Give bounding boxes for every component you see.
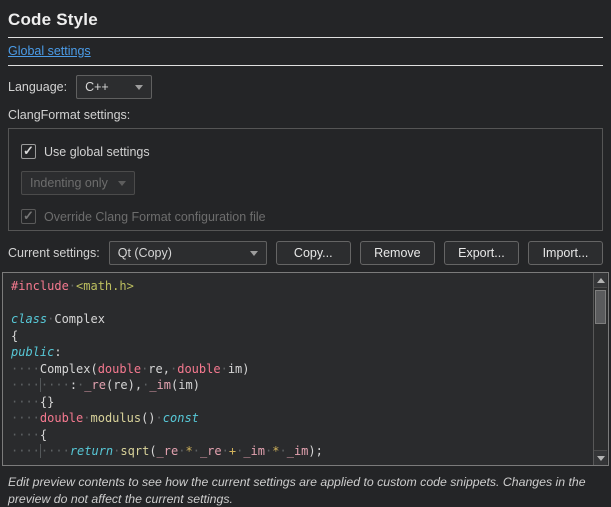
- checkbox-icon: [21, 209, 36, 224]
- code-line: #include·<math.h>: [11, 278, 588, 295]
- code-line: ········return·sqrt(_re·*·_re·+·_im·*·_i…: [11, 443, 588, 460]
- language-select-value: C++: [85, 80, 109, 94]
- code-preview-editor[interactable]: #include·<math.h> class·Complex{public:·…: [2, 272, 609, 466]
- code-line: ····{}: [11, 394, 588, 411]
- override-clangformat-label: Override Clang Format configuration file: [44, 210, 266, 224]
- vertical-scrollbar[interactable]: [593, 273, 608, 465]
- import-button[interactable]: Import...: [528, 241, 603, 265]
- code-area[interactable]: #include·<math.h> class·Complex{public:·…: [3, 273, 608, 460]
- use-global-settings-label: Use global settings: [44, 145, 150, 159]
- remove-button[interactable]: Remove: [360, 241, 435, 265]
- chevron-down-icon: [135, 85, 143, 90]
- chevron-down-icon: [250, 251, 258, 256]
- code-line: ····{: [11, 427, 588, 444]
- current-settings-select[interactable]: Qt (Copy): [109, 241, 267, 265]
- clangformat-group: Use global settings Indenting only Overr…: [8, 128, 603, 231]
- indenting-mode-select: Indenting only: [21, 171, 135, 195]
- scrollbar-thumb[interactable]: [595, 290, 606, 324]
- current-settings-label: Current settings:: [8, 246, 100, 260]
- code-line: class·Complex: [11, 311, 588, 328]
- export-button[interactable]: Export...: [444, 241, 519, 265]
- chevron-down-icon: [118, 181, 126, 186]
- code-line: ····Complex(double·re,·double·im): [11, 361, 588, 378]
- footer-note: Edit preview contents to see how the cur…: [8, 474, 603, 507]
- code-line: ········:·_re(re),·_im(im): [11, 377, 588, 394]
- use-global-settings-checkbox[interactable]: Use global settings: [21, 144, 590, 159]
- indenting-mode-value: Indenting only: [30, 176, 108, 190]
- language-label: Language:: [8, 80, 67, 94]
- scroll-up-button[interactable]: [594, 273, 607, 288]
- triangle-down-icon: [597, 456, 605, 461]
- separator: [8, 37, 603, 38]
- copy-button[interactable]: Copy...: [276, 241, 351, 265]
- code-line: public:: [11, 344, 588, 361]
- triangle-up-icon: [597, 278, 605, 283]
- global-settings-link[interactable]: Global settings: [8, 44, 91, 58]
- current-settings-value: Qt (Copy): [118, 246, 172, 260]
- code-line: ····double·modulus()·const: [11, 410, 588, 427]
- override-clangformat-checkbox: Override Clang Format configuration file: [21, 209, 590, 224]
- separator: [8, 65, 603, 66]
- page-title: Code Style: [8, 10, 603, 30]
- code-line: [11, 295, 588, 312]
- clangformat-settings-label: ClangFormat settings:: [8, 108, 603, 122]
- scroll-down-button[interactable]: [594, 450, 607, 465]
- code-line: {: [11, 328, 588, 345]
- checkbox-icon[interactable]: [21, 144, 36, 159]
- language-select[interactable]: C++: [76, 75, 152, 99]
